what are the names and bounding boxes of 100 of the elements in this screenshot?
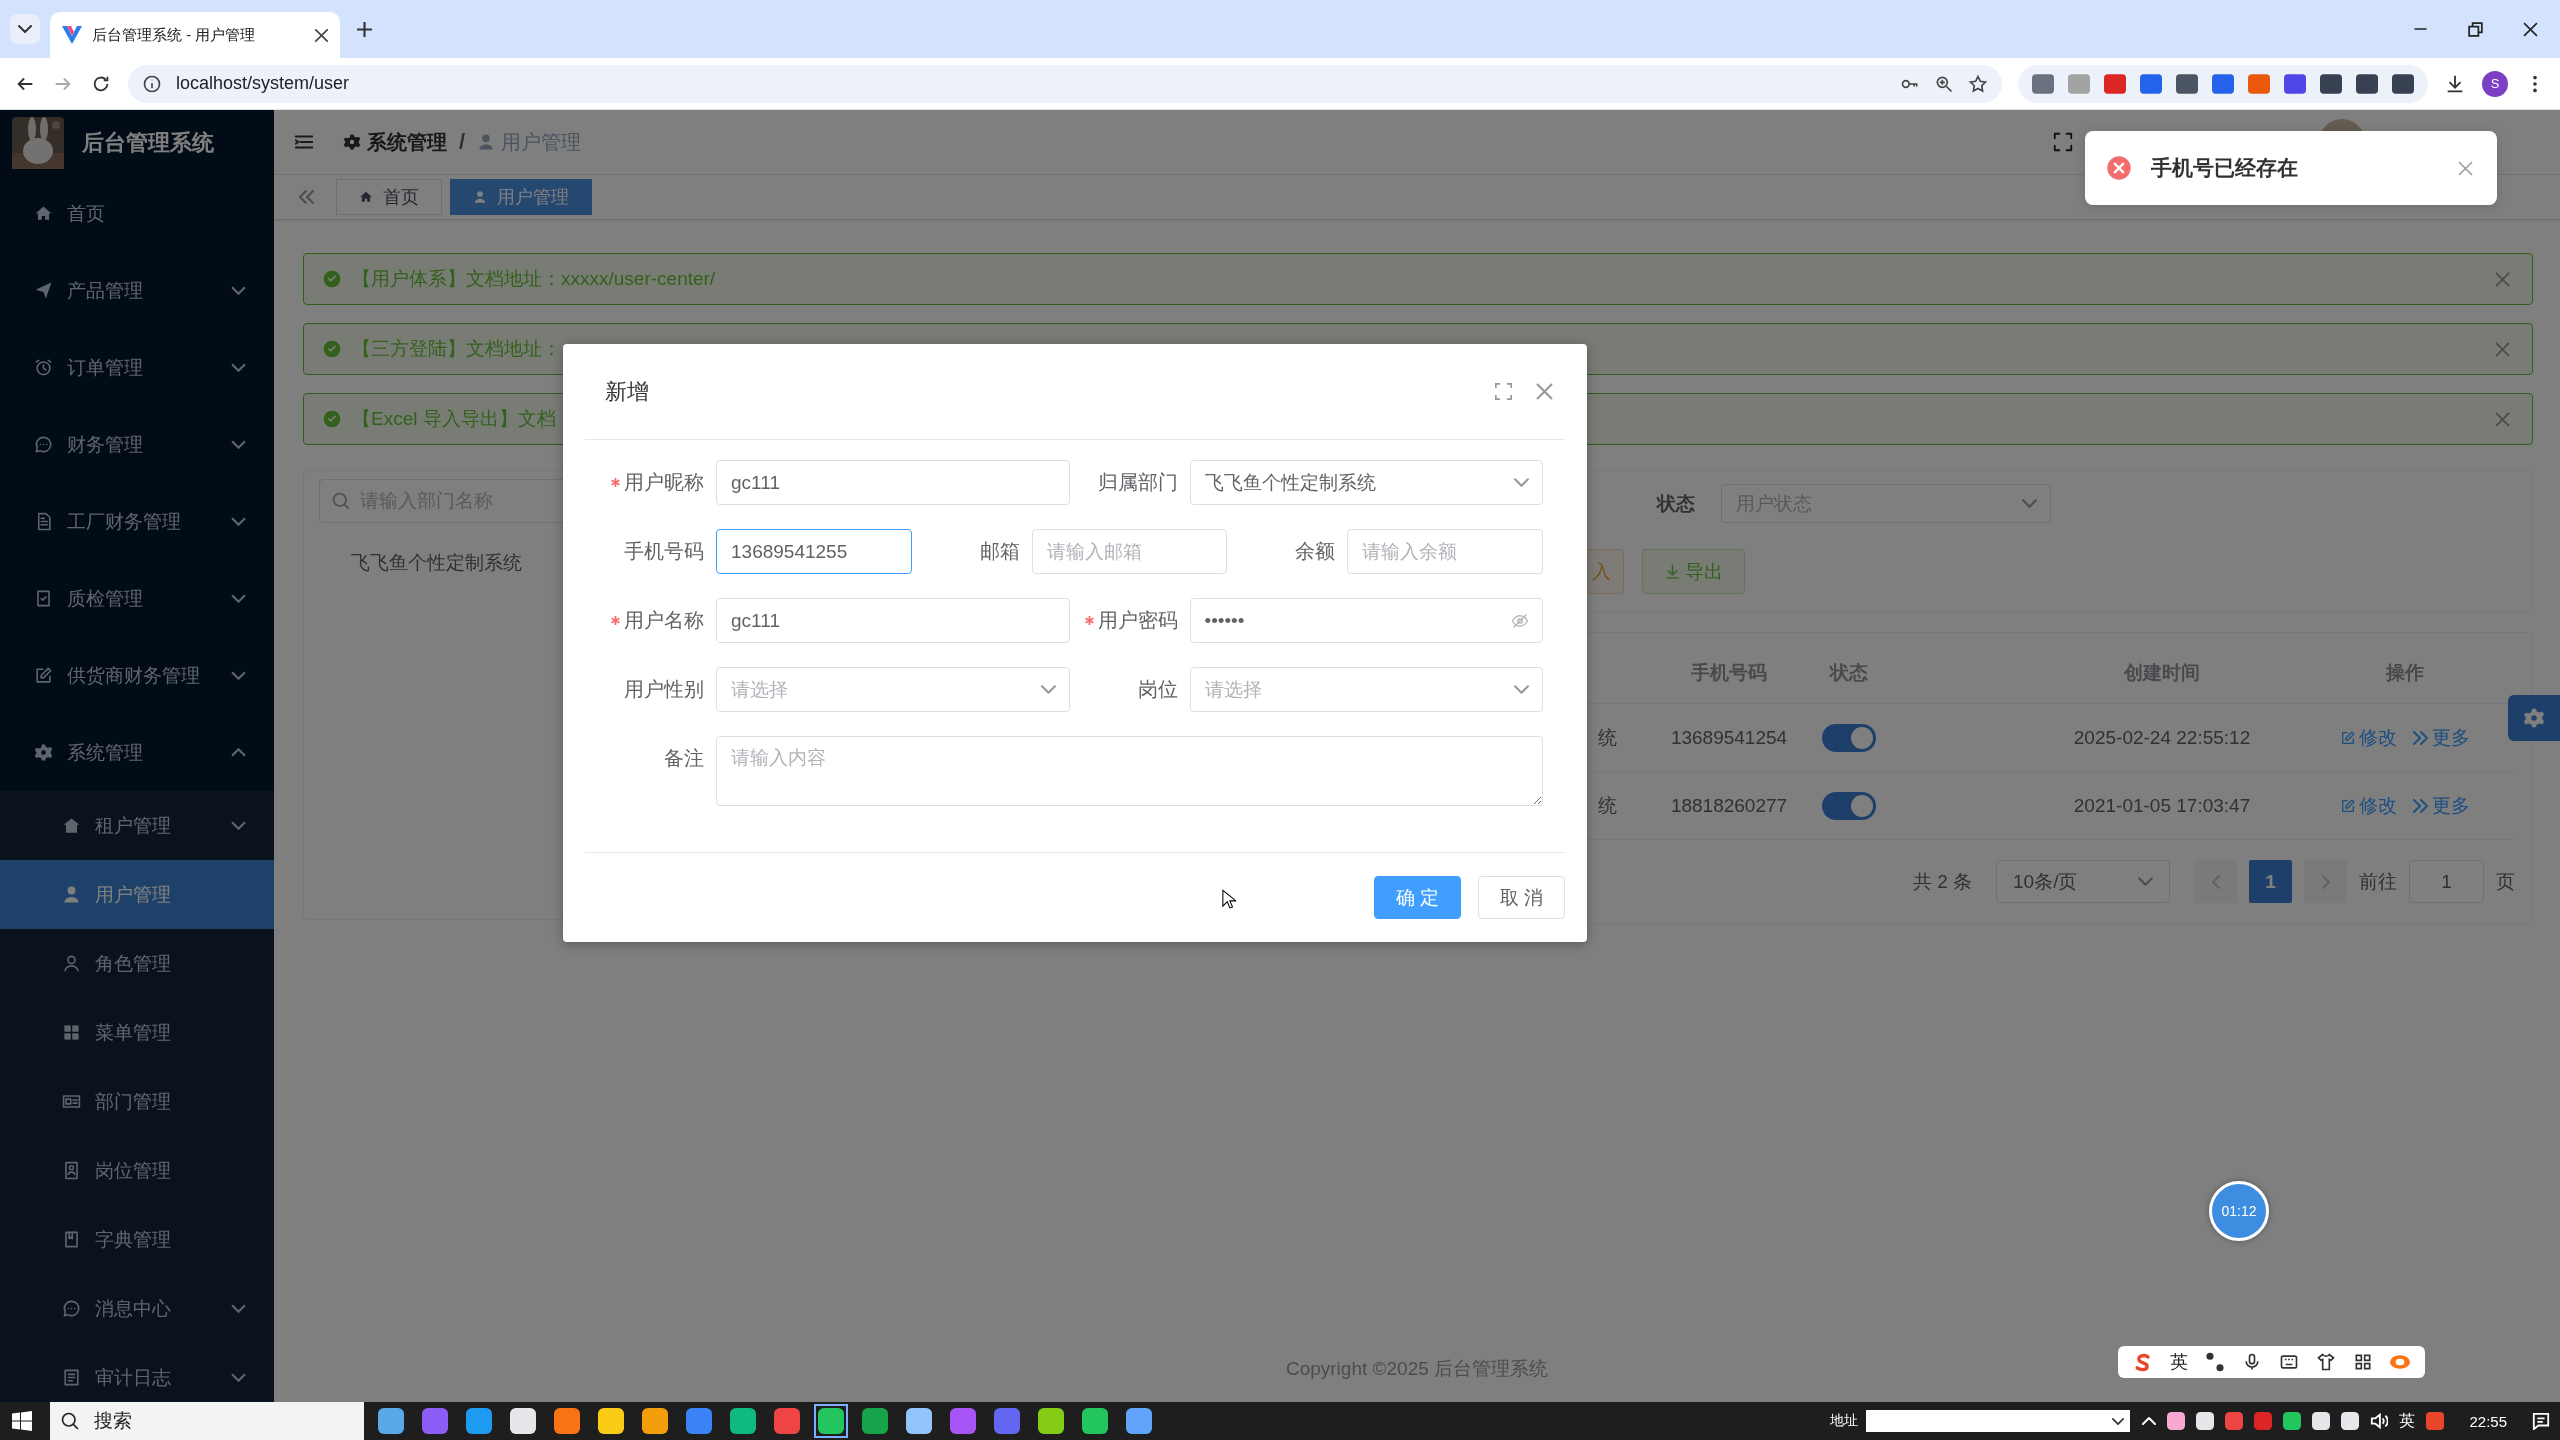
sidebar-item[interactable]: 首页 (0, 175, 274, 252)
cancel-button[interactable]: 取 消 (1478, 876, 1565, 919)
input-field[interactable]: 13689541255 (716, 529, 912, 574)
extension-icon[interactable] (2284, 73, 2306, 94)
sidebar-item[interactable]: 用户管理 (0, 860, 274, 929)
page-tab[interactable]: 首页 (336, 179, 442, 215)
app-icon[interactable] (1082, 1408, 1108, 1434)
tab-list-button[interactable] (10, 14, 40, 44)
address-field[interactable] (1866, 1410, 2131, 1432)
settings-icon (2523, 707, 2545, 729)
sidebar-item[interactable]: 角色管理 (0, 929, 274, 998)
sidebar-item[interactable]: 菜单管理 (0, 998, 274, 1067)
field-label: 用户名称 (624, 608, 704, 633)
tray-icon[interactable] (2167, 1412, 2186, 1430)
sidebar-item[interactable]: 岗位管理 (0, 1136, 274, 1205)
input-mode-toggle[interactable]: 英 (2169, 1350, 2188, 1374)
app-icon[interactable] (466, 1408, 492, 1434)
toggle-switch[interactable] (1822, 791, 1876, 820)
table-cell-text: 统 (1597, 725, 1618, 750)
field-label: 用户密码 (1097, 608, 1178, 633)
app-icon[interactable] (1038, 1408, 1064, 1434)
app-icon[interactable] (510, 1408, 536, 1434)
tray-icon[interactable] (2341, 1412, 2360, 1430)
sidebar-item[interactable]: 审计日志 (0, 1343, 274, 1402)
table-cell-text: 13689541254 (1669, 726, 1789, 749)
punctuation-icon[interactable] (2204, 1352, 2225, 1372)
keyboard-icon[interactable] (2279, 1352, 2300, 1372)
sidebar-item[interactable]: 财务管理 (0, 406, 274, 483)
tray-icon[interactable] (2196, 1412, 2215, 1430)
shirt-icon[interactable] (2316, 1352, 2337, 1372)
fullscreen-icon[interactable] (1495, 383, 1512, 400)
sidebar-item[interactable]: 租户管理 (0, 791, 274, 860)
more-link[interactable]: 更多 (2413, 792, 2470, 819)
edit-link[interactable]: 修改 (2340, 724, 2397, 751)
select-field[interactable]: 飞飞鱼个性定制系统 (1189, 460, 1543, 505)
star-icon[interactable] (1968, 73, 1988, 94)
notification-icon[interactable] (2532, 1412, 2550, 1430)
page-input[interactable]: 1 (2409, 860, 2484, 903)
close-icon[interactable] (2523, 21, 2538, 37)
sidebar-item[interactable]: 供货商财务管理 (0, 637, 274, 714)
page-tab[interactable]: 用户管理 (450, 179, 592, 215)
total-count: 共 2 条 (1912, 869, 1972, 894)
sidebar-item[interactable]: 工厂财务管理 (0, 483, 274, 560)
sidebar-item[interactable]: 字典管理 (0, 1205, 274, 1274)
clock[interactable]: 22:55 (2469, 1412, 2507, 1430)
sidebar-item[interactable]: 质检管理 (0, 560, 274, 637)
extension-icon[interactable] (2392, 73, 2414, 94)
restore-icon[interactable] (2468, 21, 2483, 37)
profile-avatar[interactable]: S (2482, 70, 2508, 97)
textarea-field[interactable]: 请输入内容 (716, 736, 1543, 806)
sidebar-item[interactable]: 产品管理 (0, 252, 274, 329)
sidebar-item[interactable]: 消息中心 (0, 1274, 274, 1343)
alert-text: 【Excel 导入导出】文档 (352, 407, 557, 431)
app-icon[interactable] (730, 1408, 756, 1434)
browser-tab[interactable]: 后台管理系统 - 用户管理 (50, 12, 340, 58)
confirm-button[interactable]: 确 定 (1374, 876, 1461, 919)
extension-icon[interactable] (2356, 73, 2378, 94)
settings-button[interactable] (2508, 695, 2560, 741)
page-size-select[interactable]: 10条/页 (1996, 860, 2170, 903)
toggle-switch[interactable] (1822, 723, 1876, 752)
select-field[interactable]: 请选择 (1189, 667, 1543, 712)
sidebar-item[interactable]: 订单管理 (0, 329, 274, 406)
badge-icon (62, 1161, 81, 1180)
grid-icon[interactable] (2353, 1352, 2374, 1372)
tray-icon[interactable] (2283, 1412, 2302, 1430)
breadcrumb-link[interactable]: 系统管理 (343, 128, 447, 156)
input-field[interactable]: 请输入邮箱 (1031, 529, 1228, 574)
input-field[interactable]: 请输入余额 (1347, 529, 1543, 574)
app-icon[interactable] (906, 1408, 932, 1434)
minimize-icon[interactable] (2413, 28, 2428, 30)
extension-icon[interactable] (2320, 73, 2342, 94)
checked-document-icon (34, 589, 53, 608)
edit-link[interactable]: 修改 (2340, 792, 2397, 819)
input-field[interactable]: gc111 (716, 460, 1070, 505)
tray-icon[interactable] (2312, 1412, 2331, 1430)
page-button[interactable]: 1 (2249, 860, 2292, 903)
address-bar[interactable]: localhost/system/user (128, 64, 2002, 103)
extension-icon[interactable] (2140, 73, 2162, 94)
sidebar-item[interactable]: 系统管理 (0, 714, 274, 791)
input-mode-indicator[interactable]: 英 (2399, 1410, 2416, 1432)
start-icon[interactable] (12, 1411, 32, 1431)
extension-icon[interactable] (2212, 73, 2234, 94)
sidebar-item[interactable]: 部门管理 (0, 1067, 274, 1136)
extension-icon[interactable] (2176, 73, 2198, 94)
app-icon[interactable] (554, 1408, 580, 1434)
new-tab-icon[interactable] (356, 20, 373, 38)
extension-icon[interactable] (2104, 73, 2126, 94)
app-icon[interactable] (378, 1408, 404, 1434)
app-icon[interactable] (598, 1408, 624, 1434)
error-icon (2105, 154, 2133, 182)
password-field[interactable]: •••••• (1189, 598, 1543, 643)
speaker-icon[interactable] (2370, 1412, 2389, 1430)
input-field[interactable]: gc111 (716, 598, 1070, 643)
app-icon[interactable] (1126, 1408, 1152, 1434)
more-link[interactable]: 更多 (2413, 724, 2470, 751)
search-field[interactable]: 搜索 (50, 1402, 364, 1440)
export-button[interactable]: 导出 (1642, 549, 1745, 594)
app-icon[interactable] (642, 1408, 668, 1434)
extension-icon[interactable] (2032, 73, 2054, 94)
select-field[interactable]: 请选择 (716, 667, 1070, 712)
